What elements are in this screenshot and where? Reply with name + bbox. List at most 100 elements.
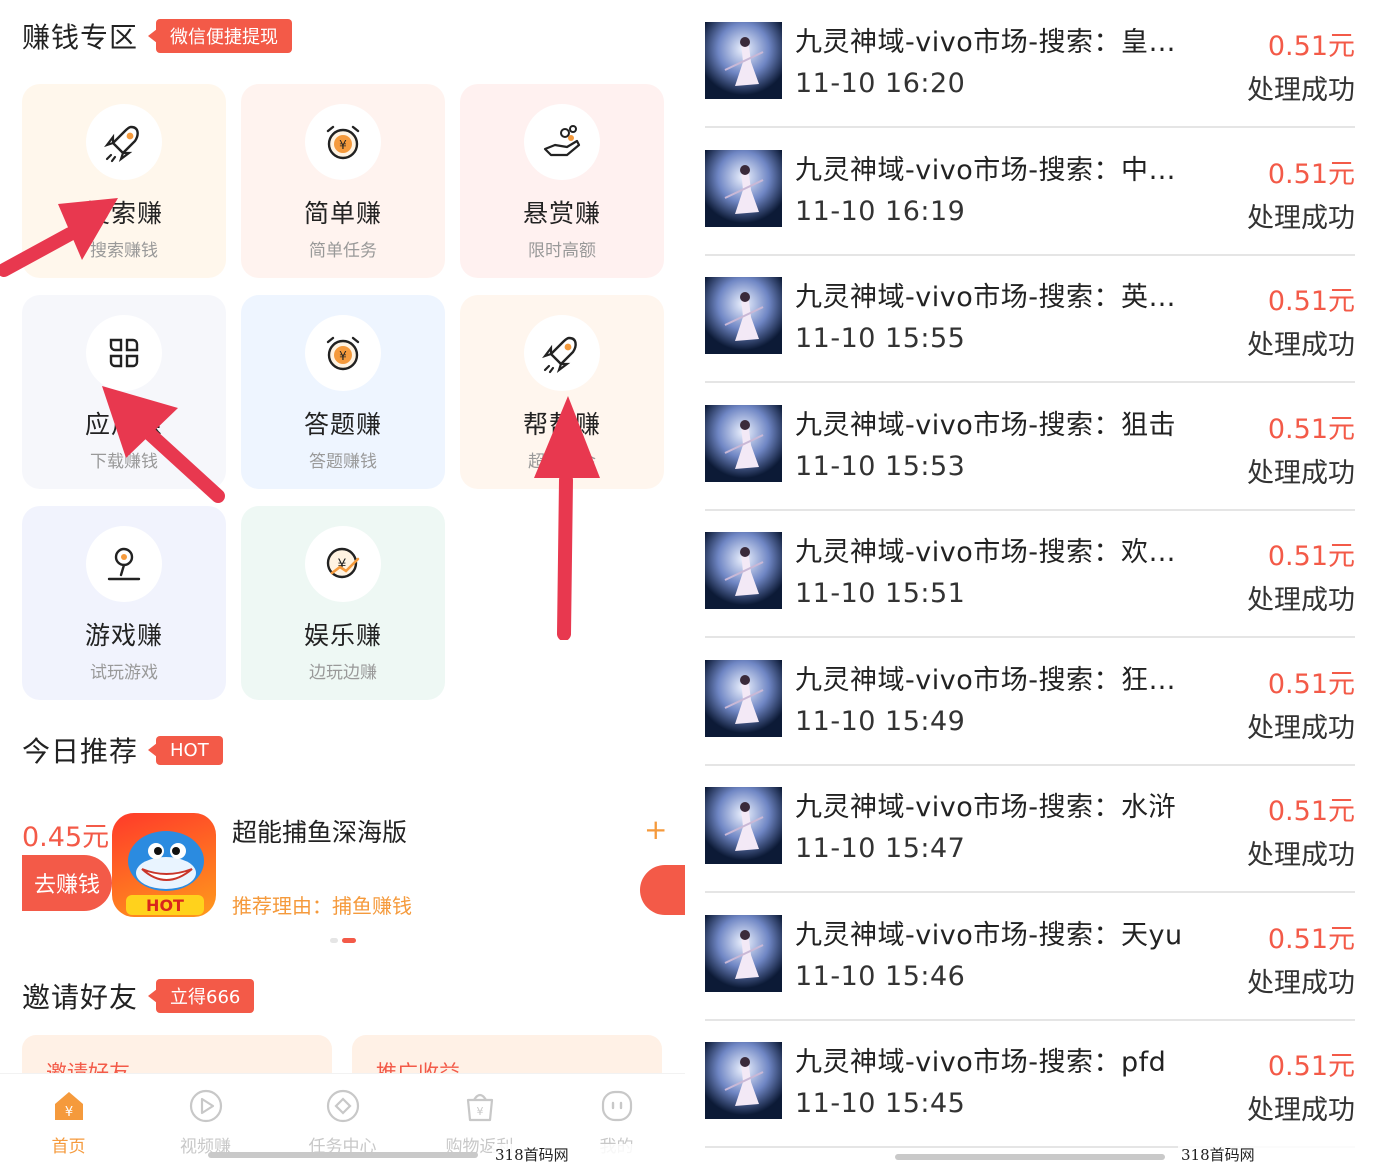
game-thumbnail (705, 149, 782, 227)
earnings-record-row[interactable]: 九灵神域-vivo市场-搜索：欢… 11-10 15:51 0.51元处理成功 (705, 510, 1355, 638)
game-thumbnail (705, 532, 782, 609)
record-title: 九灵神域-vivo市场-搜索：皇… (795, 27, 1176, 58)
hand-coins-icon (524, 104, 600, 180)
record-title: 九灵神域-vivo市场-搜索：英… (795, 282, 1176, 313)
record-title: 九灵神域-vivo市场-搜索：狙击 (795, 409, 1176, 441)
task-icon (323, 1086, 363, 1126)
earn-card-title: 答题赚 (303, 410, 382, 439)
play-icon (186, 1086, 226, 1126)
record-status: 处理成功 (1247, 330, 1355, 361)
tab-label: 首页 (51, 1137, 86, 1157)
invite-title: 邀请好友 (22, 981, 139, 1014)
record-title: 九灵神域-vivo市场-搜索：欢… (795, 537, 1176, 568)
earn-card-7[interactable]: 游戏赚 试玩游戏 (22, 506, 226, 700)
record-amount: 0.51元 (1267, 1051, 1355, 1082)
record-amount: 0.51元 (1267, 541, 1355, 572)
earn-card-2[interactable]: ¥ 简单赚简单任务 (241, 84, 445, 278)
today-recommend-header: 今日推荐 HOT (22, 730, 223, 770)
record-time: 11-10 15:45 (795, 1088, 966, 1119)
carousel-dots (330, 938, 356, 943)
watermark-left: 318首码网 www.E318.com (492, 1144, 685, 1162)
record-status: 处理成功 (1247, 585, 1355, 616)
record-status: 处理成功 (1247, 712, 1355, 744)
record-amount: 0.51元 (1267, 668, 1355, 700)
game-thumbnail (705, 1042, 782, 1119)
record-amount: 0.51元 (1267, 796, 1355, 827)
record-time: 11-10 15:53 (795, 450, 966, 482)
earnings-record-row[interactable]: 九灵神域-vivo市场-搜索：狙击 11-10 15:53 0.51元处理成功 (705, 383, 1355, 511)
earn-card-title: 游戏赚 (84, 621, 163, 650)
home-icon: ¥ (49, 1086, 89, 1126)
record-amount: 0.51元 (1267, 31, 1355, 62)
carousel-dot-active (342, 938, 356, 943)
earn-zone-title: 赚钱专区 (22, 21, 139, 54)
earn-card-title: 娱乐赚 (303, 621, 382, 650)
record-amount: 0.51元 (1267, 413, 1355, 445)
earn-card-title: 简单赚 (303, 199, 382, 228)
record-title: 九灵神域-vivo市场-搜索：pfd (795, 1047, 1167, 1078)
record-time: 11-10 16:20 (795, 68, 966, 99)
plus-icon[interactable]: + (644, 813, 667, 846)
earn-card-subtitle: 边玩边赚 (309, 663, 377, 683)
earn-card-8[interactable]: ¥ 娱乐赚 边玩边赚 (241, 506, 445, 700)
earnings-record-row[interactable]: 九灵神域-vivo市场-搜索：皇… 11-10 16:20 0.51元处理成功 (705, 0, 1355, 128)
earnings-record-row[interactable]: 九灵神域-vivo市场-搜索：pfd 11-10 15:45 0.51元 处理成功 (705, 1020, 1355, 1148)
earn-card-subtitle: 答题赚钱 (309, 452, 377, 472)
tab-home[interactable]: ¥ 首页 (0, 1074, 137, 1162)
home-indicator (208, 1152, 478, 1158)
svg-text:¥: ¥ (64, 1105, 72, 1120)
recommend-app-name: 超能捕鱼深海版 (232, 818, 408, 847)
earn-card-subtitle: 限时高额 (528, 241, 596, 261)
earn-card-subtitle: 简单任务 (309, 241, 377, 261)
tab-play[interactable]: 视频赚 (137, 1074, 274, 1162)
coin-alarm-icon: ¥ (305, 104, 381, 180)
record-title: 九灵神域-vivo市场-搜索：天yu (795, 919, 1183, 951)
earn-card-3[interactable]: 悬赏赚 限时高额 (460, 84, 664, 278)
shopping-bag-icon: ¥ (460, 1086, 500, 1126)
record-time: 11-10 15:46 (795, 960, 966, 992)
record-amount: 0.51元 (1267, 923, 1355, 955)
record-status: 处理成功 (1247, 967, 1355, 999)
go-earn-button[interactable]: 去赚钱 (22, 855, 112, 911)
annotation-arrow-search (0, 198, 118, 277)
carousel-dot (330, 938, 338, 943)
next-card-peek[interactable] (640, 865, 685, 915)
rocket-icon (524, 315, 600, 391)
record-title: 九灵神域-vivo市场-搜索：水浒 (795, 792, 1176, 823)
invite-reward-tag: 立得666 (156, 979, 255, 1013)
earn-card-subtitle: 试玩游戏 (90, 663, 158, 683)
record-amount: 0.51元 (1267, 286, 1355, 317)
wechat-withdraw-tag: 微信便捷提现 (156, 19, 293, 53)
record-title: 九灵神域-vivo市场-搜索：狂… (795, 664, 1176, 696)
earnings-record-screen: 九灵神域-vivo市场-搜索：皇… 11-10 16:20 0.51元 处理成功 九灵神… (690, 0, 1373, 1162)
game-thumbnail (705, 914, 782, 992)
record-status: 处理成功 (1247, 75, 1355, 106)
recommend-reason: 推荐理由：捕鱼赚钱 (232, 894, 412, 918)
earn-card-5[interactable]: ¥ 答题赚答题赚钱 (241, 295, 445, 489)
svg-text:¥: ¥ (476, 1105, 483, 1118)
recommend-card[interactable]: 0.45元 去赚钱 HOT 超能捕鱼深海版 推荐理由：捕鱼赚钱 + (0, 795, 685, 935)
annotation-arrow-app (102, 386, 225, 503)
earnings-record-row[interactable]: 九灵神域-vivo市场-搜索：中… 11-10 16:19 0.51元 处理成功 (705, 128, 1355, 256)
profile-icon (597, 1086, 637, 1126)
earnings-record-row[interactable]: 九灵神域-vivo市场-搜索：狂… 11-10 15:49 0.51元 处理成功 (705, 638, 1355, 766)
earn-card-title: 悬赏赚 (522, 199, 601, 228)
game-thumbnail (705, 787, 782, 864)
record-status: 处理成功 (1247, 457, 1355, 489)
earnings-record-row[interactable]: 九灵神域-vivo市场-搜索：天yu 11-10 15:46 0.51元处理成功 (705, 893, 1355, 1021)
earnings-record-row[interactable]: 九灵神域-vivo市场-搜索：水浒 11-10 15:47 0.51元 处理成功 (705, 765, 1355, 893)
joystick-icon (86, 526, 162, 602)
annotation-arrow-help (534, 396, 600, 640)
rocket-icon (86, 104, 162, 180)
tab-task[interactable]: 任务中心 (274, 1074, 411, 1162)
game-thumbnail (705, 277, 782, 354)
earnings-record-row[interactable]: 九灵神域-vivo市场-搜索：英… 11-10 15:55 0.51元 处理成功 (705, 255, 1355, 383)
home-indicator (895, 1154, 1165, 1160)
recommend-price: 0.45元 (22, 822, 110, 853)
earn-zone-header: 赚钱专区 微信便捷提现 (22, 16, 293, 56)
record-time: 11-10 15:51 (795, 578, 966, 609)
earn-home-screen: 赚钱专区 微信便捷提现 搜索赚搜索赚钱¥简单赚简单任务悬赏赚限时高额应用赚下载赚… (0, 0, 685, 1162)
record-amount: 0.51元 (1267, 158, 1355, 190)
svg-text:¥: ¥ (339, 349, 347, 363)
record-status: 处理成功 (1247, 202, 1355, 234)
